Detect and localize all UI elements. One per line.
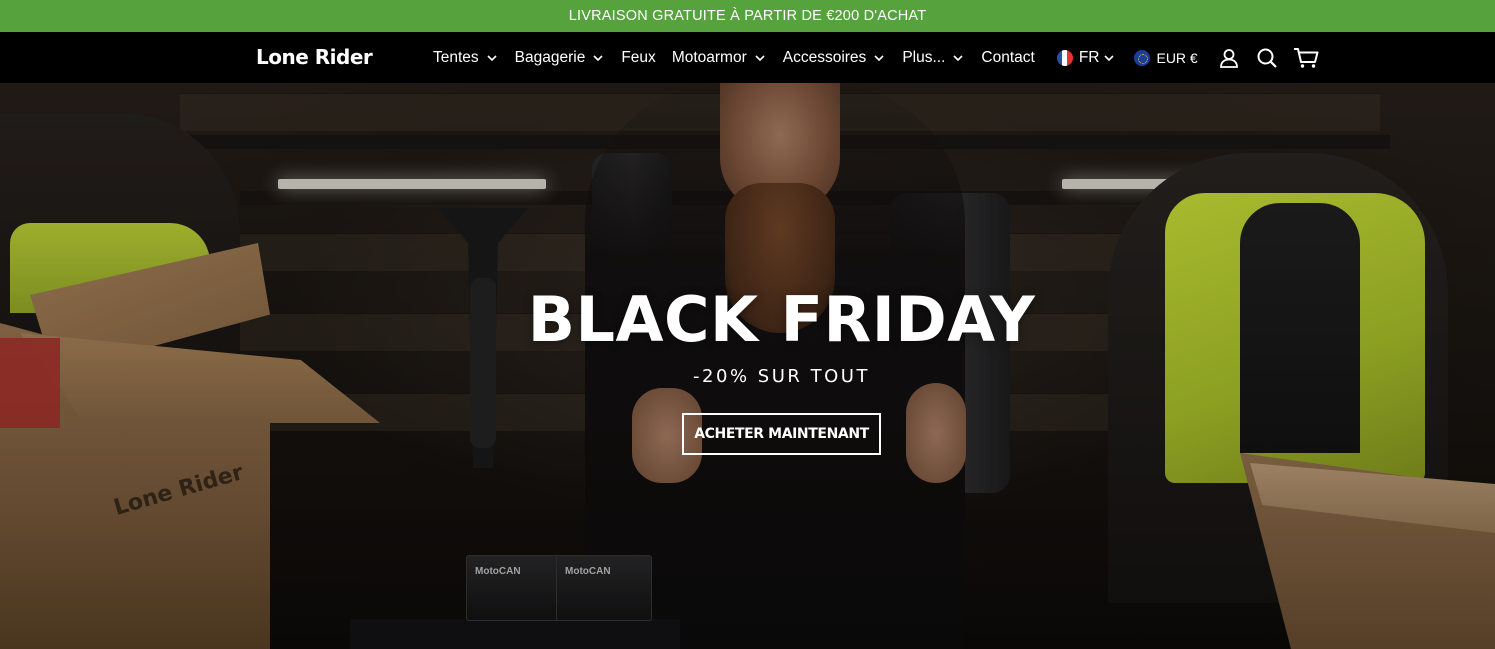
- nav-item-feux[interactable]: Feux: [621, 49, 655, 67]
- chevron-down-icon: [951, 51, 965, 65]
- header-icons: [1216, 45, 1320, 71]
- nav-item-tentes[interactable]: Tentes: [433, 49, 499, 67]
- language-label: FR: [1078, 48, 1100, 66]
- chevron-down-icon: [872, 51, 886, 65]
- nav-item-contact[interactable]: Contact: [981, 49, 1034, 67]
- main-nav: Tentes Bagagerie Feux Motoarmor Accessoi…: [433, 32, 1198, 83]
- account-icon[interactable]: [1216, 45, 1242, 71]
- nav-item-label: Contact: [981, 48, 1035, 66]
- nav-item-label: Plus...: [902, 48, 946, 66]
- search-icon[interactable]: [1254, 45, 1280, 71]
- currency-selector[interactable]: EUR €: [1134, 49, 1198, 66]
- hero-title: BLACK FRIDAY: [527, 283, 1036, 356]
- chevron-down-icon: [591, 51, 605, 65]
- chevron-down-icon: [753, 51, 767, 65]
- hero-subtitle: -20% SUR TOUT: [693, 366, 870, 387]
- hero-content: BLACK FRIDAY -20% SUR TOUT ACHETER MAINT…: [0, 83, 1495, 649]
- announcement-text: LIVRAISON GRATUITE À PARTIR DE €200 D'AC…: [568, 8, 927, 24]
- nav-item-accessoires[interactable]: Accessoires: [783, 49, 887, 67]
- cart-icon[interactable]: [1292, 45, 1320, 71]
- shop-now-button[interactable]: ACHETER MAINTENANT: [682, 413, 881, 455]
- currency-label: EUR €: [1156, 49, 1198, 66]
- hero-banner: Lone Rider MotoCAN MotoCAN BLACK FRIDAY …: [0, 83, 1495, 649]
- announcement-bar: LIVRAISON GRATUITE À PARTIR DE €200 D'AC…: [0, 0, 1495, 32]
- chevron-down-icon: [485, 51, 499, 65]
- nav-item-plus[interactable]: Plus...: [902, 49, 965, 67]
- nav-item-label: Motoarmor: [671, 48, 747, 66]
- nav-item-label: Tentes: [433, 48, 479, 66]
- nav-item-label: Feux: [621, 48, 656, 66]
- site-header: Lone Rider Tentes Bagagerie Feux Motoarm…: [0, 32, 1495, 83]
- nav-item-motoarmor[interactable]: Motoarmor: [672, 49, 767, 67]
- nav-item-label: Accessoires: [782, 48, 867, 66]
- chevron-down-icon: [1102, 51, 1116, 65]
- nav-item-label: Bagagerie: [514, 48, 586, 66]
- eu-flag-icon: [1134, 49, 1151, 66]
- nav-item-bagagerie[interactable]: Bagagerie: [515, 49, 606, 67]
- language-selector[interactable]: FR: [1056, 48, 1117, 67]
- brand-logo[interactable]: Lone Rider: [256, 45, 373, 69]
- france-flag-icon: [1056, 49, 1073, 66]
